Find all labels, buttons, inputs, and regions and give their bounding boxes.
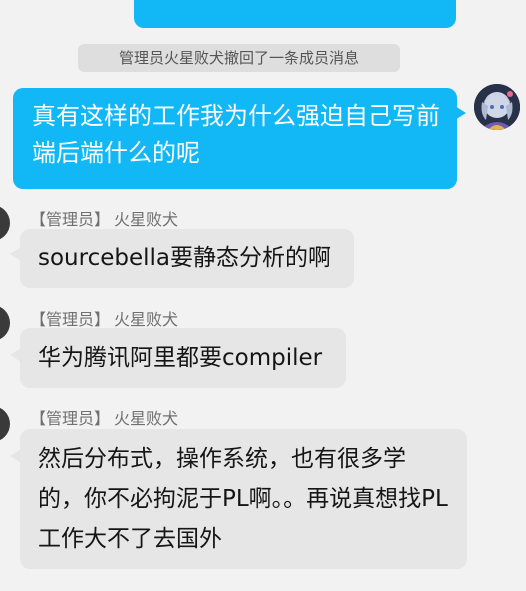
sender-avatar[interactable] (0, 305, 10, 341)
self-avatar[interactable] (474, 84, 520, 130)
anime-avatar-icon (474, 84, 520, 130)
sender-name: 火星败犬 (114, 409, 179, 428)
sender-name: 火星败犬 (114, 210, 179, 229)
outgoing-message-bubble[interactable]: 真有这样的工作我为什么强迫自己写前端后端什么的呢 (13, 88, 457, 189)
sender-avatar[interactable] (0, 205, 10, 241)
incoming-message-bubble[interactable]: 然后分布式，操作系统，也有很多学的，你不必拘泥于PL啊。。再说真想找PL工作大不… (20, 429, 467, 569)
sender-name: 火星败犬 (114, 310, 179, 329)
sender-role-tag: 【管理员】 (30, 409, 111, 428)
outgoing-bubble-tail (455, 106, 466, 120)
sender-label[interactable]: 【管理员】 火星败犬 (30, 306, 178, 330)
incoming-message-bubble[interactable]: sourcebella要静态分析的啊 (20, 229, 354, 288)
sender-role-tag: 【管理员】 (30, 310, 111, 329)
sender-label[interactable]: 【管理员】 火星败犬 (30, 405, 178, 429)
sender-label[interactable]: 【管理员】 火星败犬 (30, 206, 178, 230)
sender-role-tag: 【管理员】 (30, 210, 111, 229)
message-recalled-notice: 管理员火星败犬撤回了一条成员消息 (78, 44, 400, 72)
incoming-message-bubble[interactable]: 华为腾讯阿里都要compiler (20, 328, 346, 388)
sender-avatar[interactable] (0, 406, 10, 442)
previous-outgoing-message-bubble[interactable] (134, 0, 456, 28)
